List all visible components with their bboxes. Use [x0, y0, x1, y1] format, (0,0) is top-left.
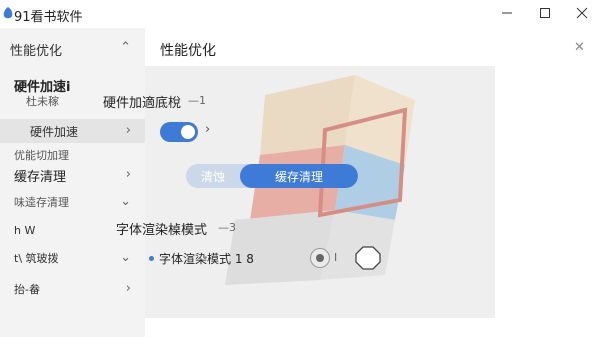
bullet-icon: [149, 256, 154, 261]
minimize-icon: [502, 12, 512, 14]
maximize-button[interactable]: [527, 0, 563, 26]
sidebar-item-cache-clean[interactable]: 缓存清理 ›: [0, 163, 145, 187]
minimize-button[interactable]: [489, 0, 525, 26]
hardware-acceleration-toggle[interactable]: [160, 122, 198, 142]
sidebar-item-label: 缓存清理: [14, 169, 67, 185]
segment-option-clean[interactable]: 清蚀: [186, 164, 240, 188]
toggle-knob: [181, 125, 195, 139]
close-icon: [576, 7, 588, 19]
hardware-section-mark: —1: [188, 94, 206, 107]
font-render-section-title: 字体渲染槕模式: [116, 223, 208, 238]
segment-option-cache-clean[interactable]: 缓存清理: [240, 164, 358, 188]
hardware-section-title: 硬件加適底梲: [103, 96, 182, 111]
sidebar-item-label: 硬件加速: [30, 124, 79, 139]
mode-segmented-control: 清蚀 缓存清理: [186, 164, 358, 188]
sidebar-item-label: h W: [14, 223, 36, 237]
maximize-icon: [540, 8, 550, 18]
chevron-right-icon: ›: [125, 167, 131, 182]
sidebar-item-optimize[interactable]: 优能切加理: [0, 145, 145, 165]
chevron-up-icon: ⌃: [120, 40, 131, 55]
sidebar-item-label: 抬-畚: [14, 283, 40, 296]
sidebar-group-subtitle: 杜未稼: [26, 95, 59, 108]
radio-trailing-label: I: [334, 251, 338, 264]
window-title: 91看书软件: [14, 10, 83, 25]
page-title: 性能优化: [160, 43, 216, 59]
chevron-down-icon: ⌄: [120, 194, 131, 209]
chevron-right-icon: ›: [125, 123, 131, 138]
panel-close-button[interactable]: ✕: [574, 40, 585, 55]
sidebar-item-cache-sub[interactable]: 味逵存清理 ⌄: [0, 190, 145, 214]
app-logo-icon: [3, 7, 13, 19]
font-render-radio[interactable]: [310, 248, 330, 268]
sidebar-item-misc-2[interactable]: t\ 筑玻拨 ⌄: [0, 246, 145, 270]
close-icon: ✕: [574, 40, 585, 55]
font-render-section-mark: —3: [218, 221, 236, 234]
sidebar-item-label: 优能切加理: [14, 149, 69, 162]
sidebar-header-performance[interactable]: 性能优化 ⌃: [0, 36, 145, 62]
sidebar-item-label: t\ 筑玻拨: [14, 252, 59, 265]
font-render-option-label: 字体渲染模式 1 8: [159, 252, 254, 266]
chevron-down-icon: ⌄: [120, 250, 131, 265]
octagon-icon[interactable]: [355, 246, 381, 270]
chevron-right-icon[interactable]: ›: [205, 122, 210, 137]
sidebar-item-misc-3[interactable]: 抬-畚 ›: [0, 277, 145, 301]
chevron-right-icon: ›: [125, 281, 131, 296]
sidebar-item-label: 味逵存清理: [14, 196, 69, 209]
sidebar-header-label: 性能优化: [10, 43, 63, 59]
window-close-button[interactable]: [564, 0, 600, 26]
sidebar-item-hardware-acceleration[interactable]: 硬件加速 ›: [0, 119, 145, 143]
radio-dot: [316, 254, 324, 262]
